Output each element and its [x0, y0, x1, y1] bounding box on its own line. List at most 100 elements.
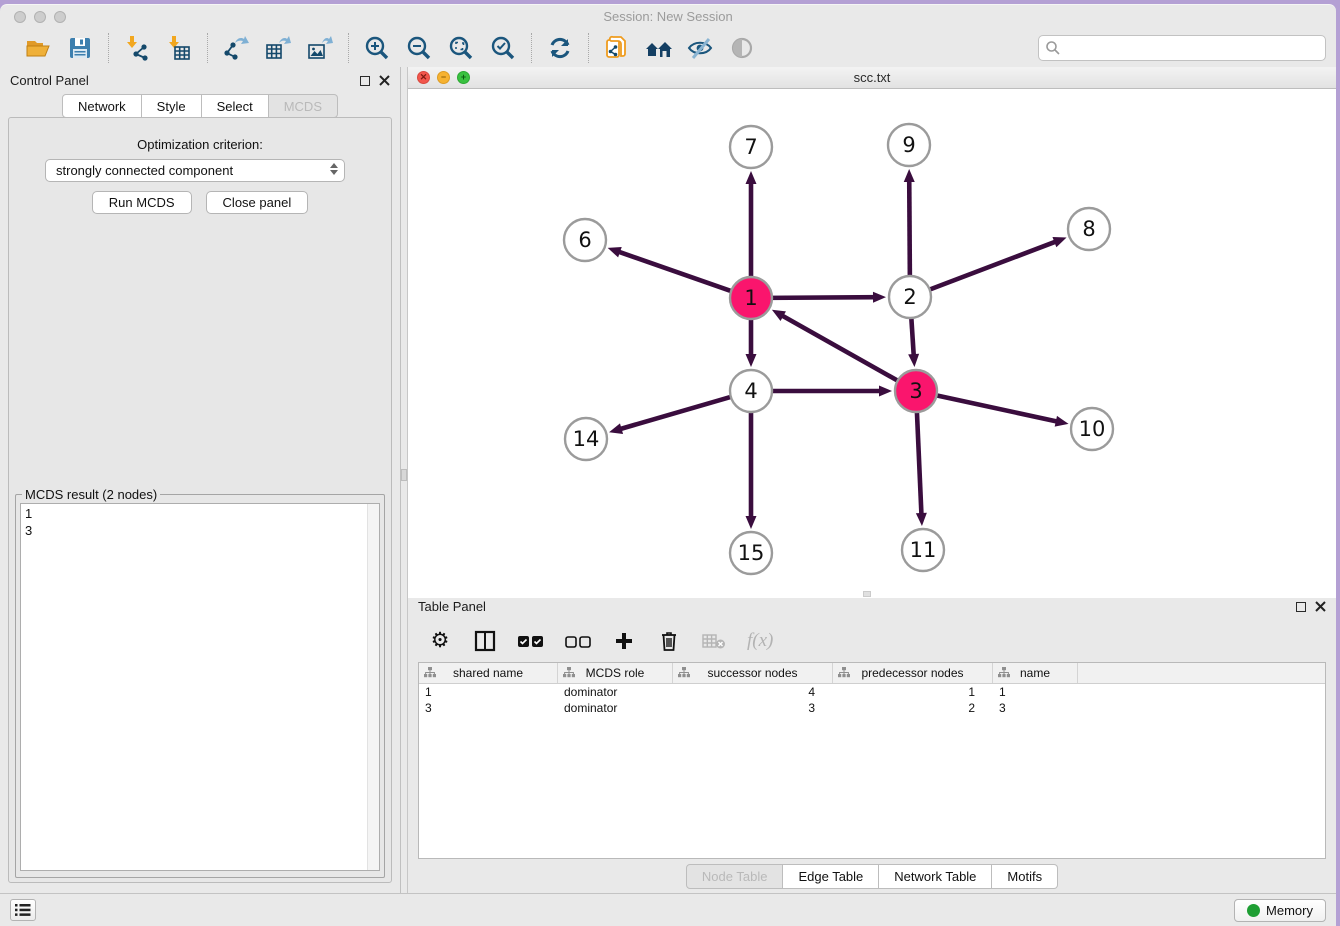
column-header-MCDS-role[interactable]: MCDS role [558, 663, 673, 683]
save-session-icon[interactable] [66, 34, 94, 62]
column-header-name[interactable]: name [993, 663, 1078, 683]
graph-node-14[interactable]: 14 [565, 418, 607, 460]
graph-edge-4-3[interactable] [769, 386, 892, 397]
graph-edge-2-3[interactable] [908, 315, 919, 367]
create-column-icon[interactable] [612, 628, 636, 654]
column-header-shared-name[interactable]: shared name [419, 663, 558, 683]
delete-table-icon-disabled [702, 628, 726, 654]
tab-network-table[interactable]: Network Table [879, 864, 992, 889]
import-table-icon[interactable] [165, 34, 193, 62]
table-tabs: Node TableEdge TableNetwork TableMotifs [408, 859, 1336, 893]
delete-column-icon[interactable] [657, 628, 681, 654]
memory-status-icon [1247, 904, 1260, 917]
select-all-columns-icon[interactable] [518, 628, 544, 654]
graph-edge-2-9[interactable] [904, 169, 915, 279]
network-close-button[interactable]: ✕ [417, 71, 430, 84]
column-header-label: predecessor nodes [861, 666, 963, 680]
network-graph[interactable]: 1 2 3 4 6 7 8 9 10 11 14 15 [408, 89, 1336, 593]
zoom-fit-icon[interactable] [447, 34, 475, 62]
toggle-panel-layout-icon[interactable] [473, 628, 497, 654]
close-window-button[interactable] [14, 11, 26, 23]
export-table-icon[interactable] [264, 34, 292, 62]
graph-node-7[interactable]: 7 [730, 126, 772, 168]
node-table[interactable]: shared nameMCDS role successor nodes prede… [418, 662, 1326, 859]
flat-column-icon [563, 667, 575, 682]
tab-motifs[interactable]: Motifs [992, 864, 1058, 889]
zoom-in-icon[interactable] [363, 34, 391, 62]
minimize-window-button[interactable] [34, 11, 46, 23]
search-input[interactable] [1038, 35, 1326, 61]
first-neighbors-icon[interactable] [645, 34, 673, 62]
table-row[interactable]: 3dominator323 [419, 700, 1325, 716]
graph-edge-1-7[interactable] [746, 171, 757, 280]
task-history-button[interactable] [10, 899, 36, 921]
graph-node-4[interactable]: 4 [730, 370, 772, 412]
search-icon [1045, 40, 1061, 56]
tab-edge-table[interactable]: Edge Table [783, 864, 879, 889]
network-minimize-button[interactable]: − [437, 71, 450, 84]
table-row[interactable]: 1dominator411 [419, 684, 1325, 700]
tab-style[interactable]: Style [142, 94, 202, 118]
result-scrollbar[interactable] [367, 504, 379, 870]
graph-node-1[interactable]: 1 [730, 277, 772, 319]
tab-node-table[interactable]: Node Table [686, 864, 784, 889]
duplicate-network-icon[interactable] [603, 34, 631, 62]
graph-edge-3-11[interactable] [916, 409, 927, 526]
panel-splitter[interactable] [401, 67, 407, 893]
graph-edge-4-14[interactable] [609, 396, 734, 434]
memory-button[interactable]: Memory [1234, 899, 1326, 922]
resize-grip[interactable] [863, 591, 871, 597]
graph-edge-3-10[interactable] [934, 395, 1069, 427]
graph-node-3[interactable]: 3 [895, 370, 937, 412]
import-network-icon[interactable] [123, 34, 151, 62]
column-header-label: successor nodes [707, 666, 797, 680]
splitter-grip[interactable] [401, 469, 407, 481]
show-graphics-details-icon[interactable] [729, 34, 757, 62]
run-mcds-button[interactable]: Run MCDS [92, 191, 192, 214]
tab-select[interactable]: Select [202, 94, 269, 118]
network-window-titlebar[interactable]: ✕ − + scc.txt [408, 67, 1336, 89]
float-table-panel-icon[interactable] [1296, 602, 1306, 612]
graph-node-9[interactable]: 9 [888, 124, 930, 166]
optimization-criterion-label: Optimization criterion: [9, 137, 391, 152]
close-panel-icon[interactable] [379, 75, 390, 86]
zoom-window-button[interactable] [54, 11, 66, 23]
graph-edge-1-2[interactable] [769, 292, 886, 303]
network-canvas[interactable]: 1 2 3 4 6 7 8 9 10 11 14 15 [408, 89, 1336, 598]
tab-network[interactable]: Network [62, 94, 142, 118]
tab-mcds[interactable]: MCDS [269, 94, 338, 118]
memory-label: Memory [1266, 903, 1313, 918]
graph-node-2[interactable]: 2 [889, 276, 931, 318]
column-header-successor-nodes[interactable]: successor nodes [673, 663, 833, 683]
graph-node-15[interactable]: 15 [730, 532, 772, 574]
zoom-out-icon[interactable] [405, 34, 433, 62]
table-toolbar: ⚙ [408, 620, 1336, 662]
graph-node-11[interactable]: 11 [902, 529, 944, 571]
graph-edge-1-4[interactable] [746, 316, 757, 367]
criterion-select[interactable]: strongly connected component [45, 159, 345, 182]
network-maximize-button[interactable]: + [457, 71, 470, 84]
graph-edge-4-15[interactable] [746, 409, 757, 529]
table-cell: 4 [673, 684, 833, 700]
graph-edge-1-6[interactable] [608, 247, 734, 292]
graph-node-6[interactable]: 6 [564, 219, 606, 261]
graph-edge-3-1[interactable] [772, 310, 900, 382]
mcds-result-text[interactable]: 1 3 [20, 503, 380, 871]
float-panel-icon[interactable] [360, 76, 370, 86]
column-header-predecessor-nodes[interactable]: predecessor nodes [833, 663, 993, 683]
table-settings-icon[interactable]: ⚙ [428, 628, 452, 654]
function-builder-icon-disabled: f(x) [747, 628, 773, 654]
close-panel-button[interactable]: Close panel [206, 191, 309, 214]
export-network-icon[interactable] [222, 34, 250, 62]
open-session-icon[interactable] [24, 34, 52, 62]
graph-node-8[interactable]: 8 [1068, 208, 1110, 250]
export-image-icon[interactable] [306, 34, 334, 62]
zoom-selected-icon[interactable] [489, 34, 517, 62]
graph-node-10[interactable]: 10 [1071, 408, 1113, 450]
hide-selected-icon[interactable] [687, 34, 715, 62]
close-table-panel-icon[interactable] [1315, 601, 1326, 612]
graph-edge-2-8[interactable] [927, 237, 1067, 291]
node-label: 2 [903, 285, 916, 309]
apply-layout-icon[interactable] [546, 34, 574, 62]
deselect-all-columns-icon[interactable] [565, 628, 591, 654]
